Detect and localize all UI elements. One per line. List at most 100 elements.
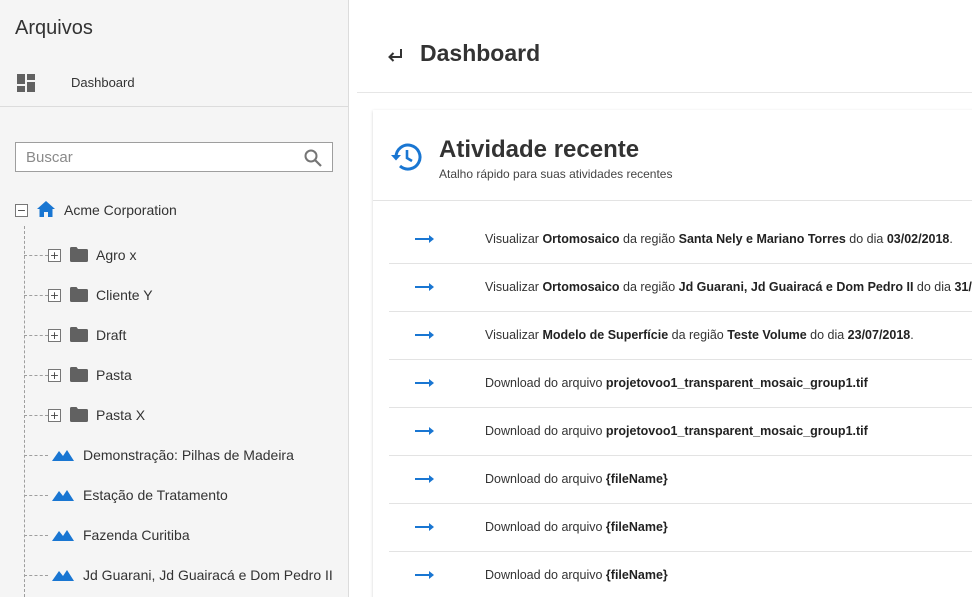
activity-text: Visualizar Ortomosaico da região Santa N… xyxy=(485,232,953,246)
activity-text-segment: Visualizar xyxy=(485,232,543,246)
tree-connector xyxy=(24,535,48,536)
activity-text-highlight: Modelo de Superfície xyxy=(542,328,669,342)
activity-item[interactable]: Visualizar Ortomosaico da região Santa N… xyxy=(389,216,972,264)
activity-text: Download do arquivo projetovoo1_transpar… xyxy=(485,376,868,390)
tree-connector xyxy=(24,495,48,496)
activity-text-segment: . xyxy=(949,232,953,246)
arrow-right-icon xyxy=(415,283,434,291)
activity-item[interactable]: Download do arquivo {fileName} xyxy=(389,456,972,504)
arrow-right-icon xyxy=(415,571,434,579)
arrow-right-icon xyxy=(415,523,434,531)
tree-root-acme-corporation[interactable]: − Acme Corporation xyxy=(15,200,177,220)
activity-text-segment: Download do arquivo xyxy=(485,376,606,390)
folder-icon xyxy=(70,247,88,262)
activity-item[interactable]: Visualizar Ortomosaico da região Jd Guar… xyxy=(389,264,972,312)
expand-toggle[interactable]: + xyxy=(48,249,61,262)
tree-guide-line xyxy=(24,226,25,597)
tree-folder-label: Pasta xyxy=(96,367,132,383)
terrain-icon xyxy=(52,570,74,581)
activity-text: Download do arquivo {fileName} xyxy=(485,472,668,486)
tree-connector xyxy=(24,455,48,456)
arrow-right-icon xyxy=(415,331,434,339)
tree-folder-label: Cliente Y xyxy=(96,287,153,303)
activity-text-highlight: 03/02/2018 xyxy=(886,232,950,246)
activity-text-highlight: {fileName} xyxy=(605,472,668,486)
sidebar-divider xyxy=(0,106,348,107)
nav-item-dashboard-label: Dashboard xyxy=(71,75,135,90)
home-icon xyxy=(37,201,55,217)
activity-text-highlight: Santa Nely e Mariano Torres xyxy=(678,232,846,246)
activity-text-highlight: projetovoo1_transparent_mosaic_group1.ti… xyxy=(605,376,868,390)
page-title: Dashboard xyxy=(420,40,541,66)
activity-text-highlight: Jd Guarani, Jd Guairacá e Dom Pedro II xyxy=(678,280,914,294)
activity-item[interactable]: Visualizar Modelo de Superfície da regiã… xyxy=(389,312,972,360)
card-header: Atividade recente Atalho rápido para sua… xyxy=(373,110,972,201)
history-icon xyxy=(391,143,422,171)
tree-layer-label: Demonstração: Pilhas de Madeira xyxy=(83,447,294,463)
activity-text-segment: Download do arquivo xyxy=(485,520,606,534)
main-header: Dashboard xyxy=(357,0,972,93)
activity-text-segment: Visualizar xyxy=(485,280,543,294)
search-icon[interactable] xyxy=(304,149,322,167)
terrain-icon xyxy=(52,450,74,461)
search-input[interactable] xyxy=(16,148,296,166)
folder-icon xyxy=(70,327,88,342)
expand-toggle[interactable]: + xyxy=(48,289,61,302)
activity-text-segment: da região xyxy=(619,232,679,246)
activity-text-segment: Download do arquivo xyxy=(485,568,606,582)
arrow-right-icon xyxy=(415,427,434,435)
activity-text-highlight: Ortomosaico xyxy=(542,232,620,246)
activity-text-segment: do dia xyxy=(806,328,848,342)
activity-item[interactable]: Download do arquivo projetovoo1_transpar… xyxy=(389,360,972,408)
terrain-icon xyxy=(52,490,74,501)
activity-text-segment: Download do arquivo xyxy=(485,472,606,486)
activity-item[interactable]: Download do arquivo {fileName} xyxy=(389,552,972,597)
tree-layer-label: Estação de Tratamento xyxy=(83,487,228,503)
collapse-toggle[interactable]: − xyxy=(15,203,28,217)
tree-folder-label: Draft xyxy=(96,327,127,343)
folder-icon xyxy=(70,367,88,382)
activity-text: Download do arquivo {fileName} xyxy=(485,520,668,534)
activity-text: Download do arquivo {fileName} xyxy=(485,568,668,582)
tree-layer-label: Fazenda Curitiba xyxy=(83,527,190,543)
activity-text: Visualizar Ortomosaico da região Jd Guar… xyxy=(485,280,972,294)
terrain-icon xyxy=(52,530,74,541)
tree-folder-label: Pasta X xyxy=(96,407,146,423)
activity-text-segment: do dia xyxy=(845,232,887,246)
activity-item[interactable]: Download do arquivo projetovoo1_transpar… xyxy=(389,408,972,456)
tree-connector xyxy=(24,575,48,576)
search-box xyxy=(15,142,333,172)
folder-icon xyxy=(70,287,88,302)
arrow-right-icon xyxy=(415,475,434,483)
tree-folder-label: Agro x xyxy=(96,247,137,263)
arrow-right-icon xyxy=(415,235,434,243)
recent-activity-card: Atividade recente Atalho rápido para sua… xyxy=(373,110,972,597)
folder-icon xyxy=(70,407,88,422)
activity-text-segment: Download do arquivo xyxy=(485,424,606,438)
expand-toggle[interactable]: + xyxy=(48,329,61,342)
tree-connector xyxy=(24,415,48,416)
expand-toggle[interactable]: + xyxy=(48,369,61,382)
activity-text-highlight: Teste Volume xyxy=(727,328,807,342)
activity-text-segment: da região xyxy=(668,328,728,342)
arrow-right-icon xyxy=(415,379,434,387)
activity-text-segment: da região xyxy=(619,280,679,294)
activity-text-highlight: projetovoo1_transparent_mosaic_group1.ti… xyxy=(605,424,868,438)
activity-text-segment: . xyxy=(910,328,914,342)
tree-root-label: Acme Corporation xyxy=(64,202,177,218)
tree-connector xyxy=(24,335,48,336)
activity-text-highlight: {fileName} xyxy=(605,568,668,582)
subdirectory-arrow-icon[interactable] xyxy=(387,48,403,64)
tree-layer-label: Jd Guarani, Jd Guairacá e Dom Pedro II xyxy=(83,567,333,583)
activity-text-segment: Visualizar xyxy=(485,328,543,342)
sidebar-title: Arquivos xyxy=(15,17,93,39)
expand-toggle[interactable]: + xyxy=(48,409,61,422)
tree-connector xyxy=(24,295,48,296)
activity-text: Visualizar Modelo de Superfície da regiã… xyxy=(485,328,914,342)
dashboard-icon xyxy=(17,74,35,92)
activity-text-segment: do dia xyxy=(913,280,955,294)
nav-item-dashboard[interactable]: Dashboard xyxy=(17,71,337,95)
activity-text: Download do arquivo projetovoo1_transpar… xyxy=(485,424,868,438)
activity-item[interactable]: Download do arquivo {fileName} xyxy=(389,504,972,552)
activity-text-highlight: {fileName} xyxy=(605,520,668,534)
